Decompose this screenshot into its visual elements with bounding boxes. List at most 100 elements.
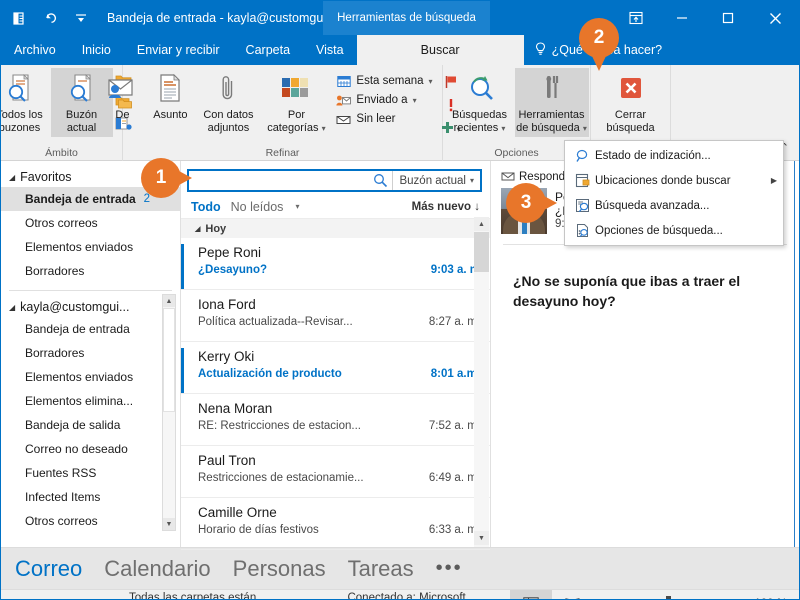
search-icon[interactable] [368, 171, 392, 190]
zoom-slider-thumb[interactable] [666, 596, 672, 599]
folder-item-fuentes-rss[interactable]: Fuentes RSS [1, 461, 180, 485]
zoom-in-button[interactable]: + [732, 596, 744, 600]
zoom-control[interactable]: − + [592, 596, 754, 600]
folder-item-elementos-eliminados[interactable]: Elementos elimina... [1, 389, 180, 413]
search-box[interactable]: Buzón actual ▾ [187, 169, 482, 192]
folder-item-bandeja-de-salida[interactable]: Bandeja de salida [1, 413, 180, 437]
search-input[interactable] [189, 171, 369, 190]
scroll-down-icon[interactable]: ▼ [163, 518, 175, 530]
menu-item-busqueda-avanzada[interactable]: Búsqueda avanzada... [565, 193, 783, 218]
all-mailboxes-icon [5, 71, 35, 107]
button-cerrar-busqueda[interactable]: Cerrar búsqueda [596, 68, 666, 137]
folder-pane-scrollbar[interactable]: ▲ ▼ [162, 294, 176, 531]
chevron-down-icon: ▾ [469, 176, 474, 185]
menu-item-opciones-de-busqueda[interactable]: Opciones de búsqueda... [565, 218, 783, 243]
folder-item-infected-items[interactable]: Infected Items [1, 485, 180, 509]
ribbon-display-options-icon[interactable] [613, 1, 659, 35]
outlook-icon[interactable] [11, 8, 31, 28]
chevron-down-icon[interactable]: ▾ [295, 202, 299, 211]
undo-icon[interactable] [41, 8, 61, 28]
folder-item-bandeja-de-entrada[interactable]: Bandeja de entrada [1, 317, 180, 341]
button-de[interactable]: De [100, 68, 144, 124]
zoom-out-button[interactable]: − [594, 596, 606, 600]
customize-qat-icon[interactable] [71, 8, 91, 28]
folder-label: Elementos enviados [25, 240, 134, 254]
nav-item-personas[interactable]: Personas [233, 556, 326, 582]
filter-todo[interactable]: Todo [191, 200, 221, 214]
tab-carpeta[interactable]: Carpeta [233, 35, 303, 65]
message-list-item[interactable]: Nena Moran RE: Restricciones de estacion… [181, 394, 490, 446]
button-todos-los-buzones[interactable]: Todos los buzones [1, 68, 51, 137]
folder-item-borradores[interactable]: Borradores [1, 341, 180, 365]
tab-inicio[interactable]: Inicio [69, 35, 124, 65]
menu-item-estado-de-indizacion[interactable]: Estado de indización... [565, 143, 783, 168]
collapse-triangle-icon: ◢ [195, 225, 201, 233]
nav-item-calendario[interactable]: Calendario [104, 556, 210, 582]
close-icon[interactable] [751, 1, 799, 35]
tab-vista[interactable]: Vista [303, 35, 357, 65]
folder-pane: ◢ Favoritos Bandeja de entrada 2 Otros c… [1, 161, 181, 547]
tab-enviar-y-recibir[interactable]: Enviar y recibir [124, 35, 233, 65]
day-group-header[interactable]: ◢ Hoy [181, 219, 490, 238]
account-header[interactable]: ◢ kayla@customgui... [1, 297, 180, 317]
unread-bar [181, 348, 184, 393]
submenu-arrow-icon: ▶ [770, 176, 777, 185]
callout-badge-2: 2 [579, 18, 619, 71]
folder-item-otros-correos-fav[interactable]: Otros correos [1, 211, 180, 235]
refine-esta-semana[interactable]: Esta semana ▾ [336, 74, 433, 88]
reading-pane-scrollbar[interactable] [794, 161, 799, 547]
message-list-item[interactable]: Camille Orne Horario de días festivos 6:… [181, 498, 490, 550]
title-bar: Bandeja de entrada - kayla@customguide..… [1, 1, 799, 35]
chevron-down-icon[interactable]: ▾ [583, 124, 587, 133]
search-scope-dropdown[interactable]: Buzón actual ▾ [392, 171, 480, 190]
message-list-item[interactable]: Iona Ford Política actualizada--Revisar.… [181, 290, 490, 342]
unread-bar [181, 400, 184, 445]
message-list-scrollbar[interactable]: ▲ ▼ [474, 217, 489, 547]
normal-view-icon[interactable] [510, 589, 553, 599]
chevron-down-icon[interactable]: ▾ [501, 124, 505, 133]
sort-control[interactable]: Más nuevo ↓ [412, 201, 480, 213]
unread-bar [181, 244, 184, 289]
chevron-down-icon[interactable]: ▾ [322, 124, 326, 133]
scroll-up-icon[interactable]: ▲ [163, 295, 175, 307]
button-asunto[interactable]: Asunto [144, 68, 196, 124]
subject-icon [157, 71, 183, 107]
unread-bar [181, 452, 184, 497]
scroll-down-icon[interactable]: ▼ [474, 531, 489, 545]
maximize-icon[interactable] [705, 1, 751, 35]
message-list-item[interactable]: Paul Tron Restricciones de estacionamie.… [181, 446, 490, 498]
nav-item-correo[interactable]: Correo [15, 556, 82, 582]
reading-view-icon[interactable] [552, 590, 592, 599]
chevron-down-icon[interactable]: ▾ [413, 96, 417, 105]
folder-item-elementos-enviados-fav[interactable]: Elementos enviados [1, 235, 180, 259]
nav-item-tareas[interactable]: Tareas [348, 556, 414, 582]
message-sender: Paul Tron [198, 453, 256, 468]
tab-archivo[interactable]: Archivo [1, 35, 69, 65]
menu-item-ubicaciones-donde-buscar[interactable]: Ubicaciones donde buscar ▶ [565, 168, 783, 193]
button-busquedas-recientes[interactable]: Búsquedas recientes ▾ [445, 68, 515, 137]
folder-label: Bandeja de salida [25, 418, 121, 432]
scroll-up-icon[interactable]: ▲ [474, 217, 489, 231]
button-label: Herramientas de búsqueda ▾ [516, 109, 587, 134]
button-herramientas-de-busqueda[interactable]: Herramientas de búsqueda ▾ [514, 68, 589, 137]
folder-item-correo-no-deseado[interactable]: Correo no deseado [1, 437, 180, 461]
message-list-item[interactable]: Pepe Roni ¿Desayuno? 9:03 a. m [181, 238, 490, 290]
tab-buscar[interactable]: Buscar [356, 35, 524, 65]
search-locations-icon [571, 173, 595, 188]
scroll-thumb[interactable] [474, 232, 489, 272]
filter-no-leidos[interactable]: No leídos [231, 200, 284, 214]
message-subject: RE: Restricciones de estacion... [198, 420, 361, 432]
button-con-datos-adjuntos[interactable]: Con datos adjuntos [196, 68, 260, 137]
nav-overflow-icon[interactable]: ••• [436, 557, 463, 580]
refine-enviado-a[interactable]: Enviado a ▾ [336, 93, 432, 107]
minimize-icon[interactable] [659, 1, 705, 35]
folder-item-borradores-fav[interactable]: Borradores [1, 259, 180, 283]
scroll-thumb[interactable] [163, 308, 175, 412]
button-por-categorias[interactable]: Por categorías ▾ [260, 68, 332, 137]
message-list-item[interactable]: Kerry Oki Actualización de producto 8:01… [181, 342, 490, 394]
folder-item-elementos-enviados[interactable]: Elementos enviados [1, 365, 180, 389]
folder-item-otros-correos[interactable]: Otros correos [1, 509, 180, 533]
button-label: Cerrar búsqueda [606, 109, 655, 134]
chevron-down-icon[interactable]: ▾ [429, 77, 433, 86]
refine-sin-leer[interactable]: Sin leer [336, 112, 432, 126]
